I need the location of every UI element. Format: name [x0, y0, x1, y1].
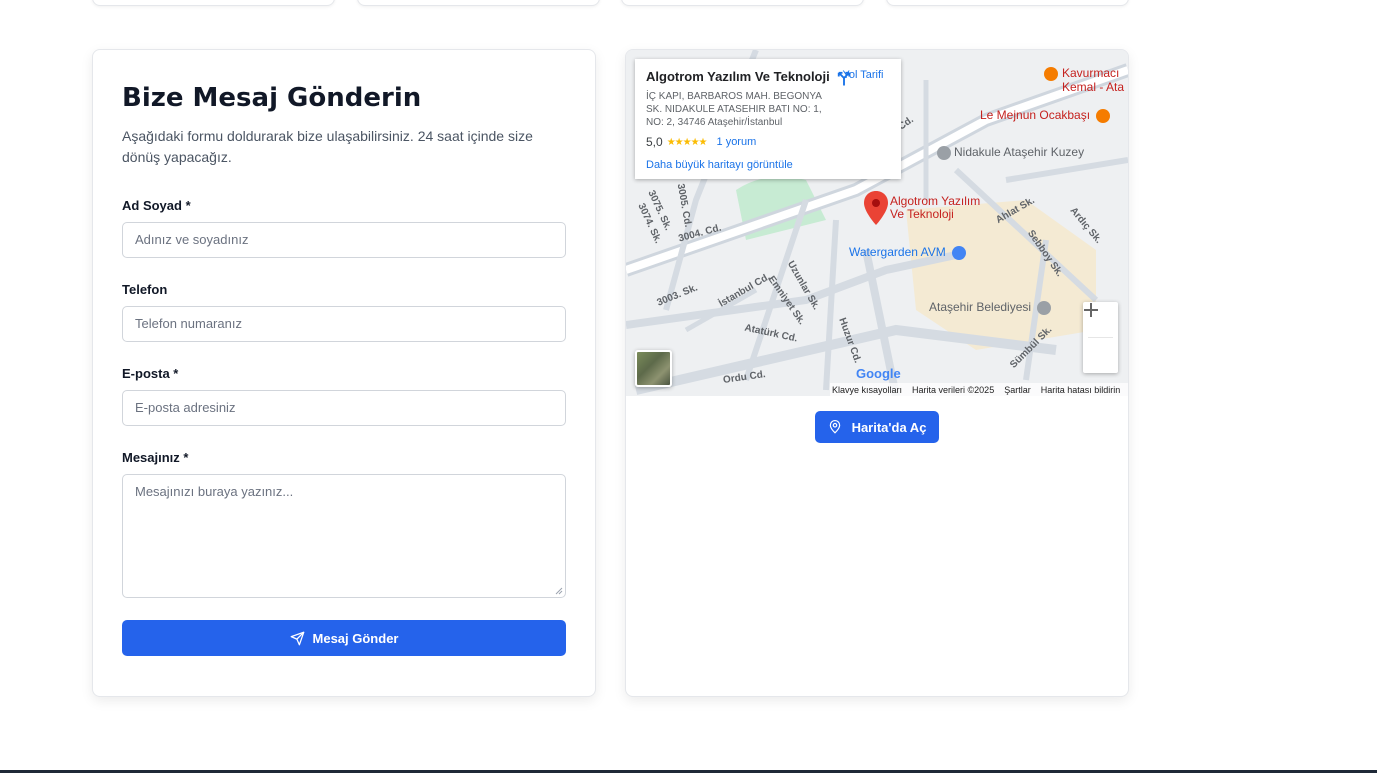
poi-kavurmaci-line1: Kavurmacı	[1062, 66, 1120, 81]
phone-field: Telefon Telefon numaranız	[122, 282, 566, 342]
message-placeholder: Mesajınızı buraya yazınız...	[135, 484, 294, 499]
name-label: Ad Soyad *	[122, 198, 191, 213]
contact-form-card: Bize Mesaj Gönderin Aşağıdaki formu dold…	[92, 49, 596, 697]
poi-kavurmaci: Kavurmacı Kemal - Ata	[1044, 67, 1124, 93]
top-card-2	[357, 0, 600, 6]
top-card-3	[621, 0, 864, 6]
form-title: Bize Mesaj Gönderin	[122, 83, 422, 113]
restaurant-icon	[1096, 108, 1111, 123]
message-textarea[interactable]: Mesajınızı buraya yazınız...	[122, 474, 566, 598]
directions-icon	[837, 71, 851, 86]
submit-label: Mesaj Gönder	[312, 630, 399, 646]
location-pin-icon[interactable]	[864, 191, 888, 225]
zoom-controls	[1083, 302, 1118, 373]
message-field: Mesajınız * Mesajınızı buraya yazınız...	[122, 450, 566, 598]
send-icon	[290, 631, 304, 645]
government-icon	[1037, 300, 1052, 315]
name-input[interactable]: Adınız ve soyadınız	[122, 222, 566, 258]
embedded-map[interactable]: 3004. Cd. 3003. Sk. İstanbul Cd. Uzunlar…	[626, 50, 1128, 396]
message-label: Mesajınız *	[122, 450, 189, 465]
place-info-box: Algotrom Yazılım Ve Teknoloji İÇ KAPI, B…	[635, 59, 901, 179]
email-input[interactable]: E-posta adresiniz	[122, 390, 566, 426]
phone-label: Telefon	[122, 282, 168, 297]
poi-mejnun-label: Le Mejnun Ocakbaşı	[980, 108, 1091, 122]
poi-watergarden: Watergarden AVM	[849, 245, 967, 260]
report-error-link[interactable]: Harita hatası bildirin	[1041, 385, 1121, 395]
poi-nidakule: Nidakule Ataşehir Kuzey	[937, 145, 1084, 160]
bigger-map-link[interactable]: Daha büyük haritayı görüntüle	[646, 159, 890, 171]
pin-label: Algotrom Yazılım Ve Teknoloji	[890, 195, 980, 221]
phone-input[interactable]: Telefon numaranız	[122, 306, 566, 342]
reviews-link[interactable]: 1 yorum	[717, 136, 757, 148]
shopping-icon	[952, 245, 967, 260]
rating-value: 5,0	[646, 135, 663, 149]
satellite-toggle[interactable]	[635, 350, 672, 387]
form-description: Aşağıdaki formu doldurarak bize ulaşabil…	[122, 128, 533, 165]
terms-link[interactable]: Şartlar	[1004, 385, 1031, 395]
rating-stars: ★★★★★	[666, 136, 708, 148]
poi-belediye-label: Ataşehir Belediyesi	[929, 300, 1032, 314]
map-pin-icon	[829, 420, 840, 434]
google-logo: Google	[856, 366, 901, 381]
building-icon	[937, 145, 951, 160]
top-card-1	[92, 0, 335, 6]
open-in-maps-button[interactable]: Harita'da Aç	[815, 411, 939, 443]
zoom-out-button[interactable]	[1083, 309, 1118, 373]
map-card: 3004. Cd. 3003. Sk. İstanbul Cd. Uzunlar…	[625, 49, 1129, 697]
submit-button[interactable]: Mesaj Gönder	[122, 620, 566, 656]
email-field: E-posta * E-posta adresiniz	[122, 366, 566, 426]
minus-icon	[1084, 309, 1098, 311]
map-data-text: Harita verileri ©2025	[912, 384, 995, 395]
restaurant-icon	[1044, 67, 1058, 81]
top-card-4	[886, 0, 1129, 6]
poi-nidakule-label: Nidakule Ataşehir Kuzey	[954, 145, 1085, 159]
poi-watergarden-label: Watergarden AVM	[849, 245, 946, 259]
keyboard-shortcuts-link[interactable]: Klavye kısayolları	[832, 385, 902, 395]
poi-belediye: Ataşehir Belediyesi	[929, 300, 1052, 315]
pin-label-line2: Ve Teknoloji	[890, 207, 954, 221]
open-in-maps-label: Harita'da Aç	[851, 419, 927, 435]
place-address: İÇ KAPI, BARBAROS MAH. BEGONYA SK. NIDAK…	[646, 91, 822, 128]
resize-handle-icon[interactable]	[555, 587, 563, 595]
place-rating: 5,0 ★★★★★ 1 yorum	[646, 135, 890, 149]
name-field: Ad Soyad * Adınız ve soyadınız	[122, 198, 566, 258]
map-footer: Klavye kısayolları Harita verileri ©2025…	[830, 383, 1128, 396]
directions-button[interactable]: Yol Tarifi	[835, 69, 891, 86]
poi-kavurmaci-line2: Kemal - Ata	[1062, 80, 1125, 94]
email-label: E-posta *	[122, 366, 179, 381]
poi-mejnun: Le Mejnun Ocakbaşı	[980, 108, 1111, 123]
pin-label-line1: Algotrom Yazılım	[890, 194, 981, 208]
